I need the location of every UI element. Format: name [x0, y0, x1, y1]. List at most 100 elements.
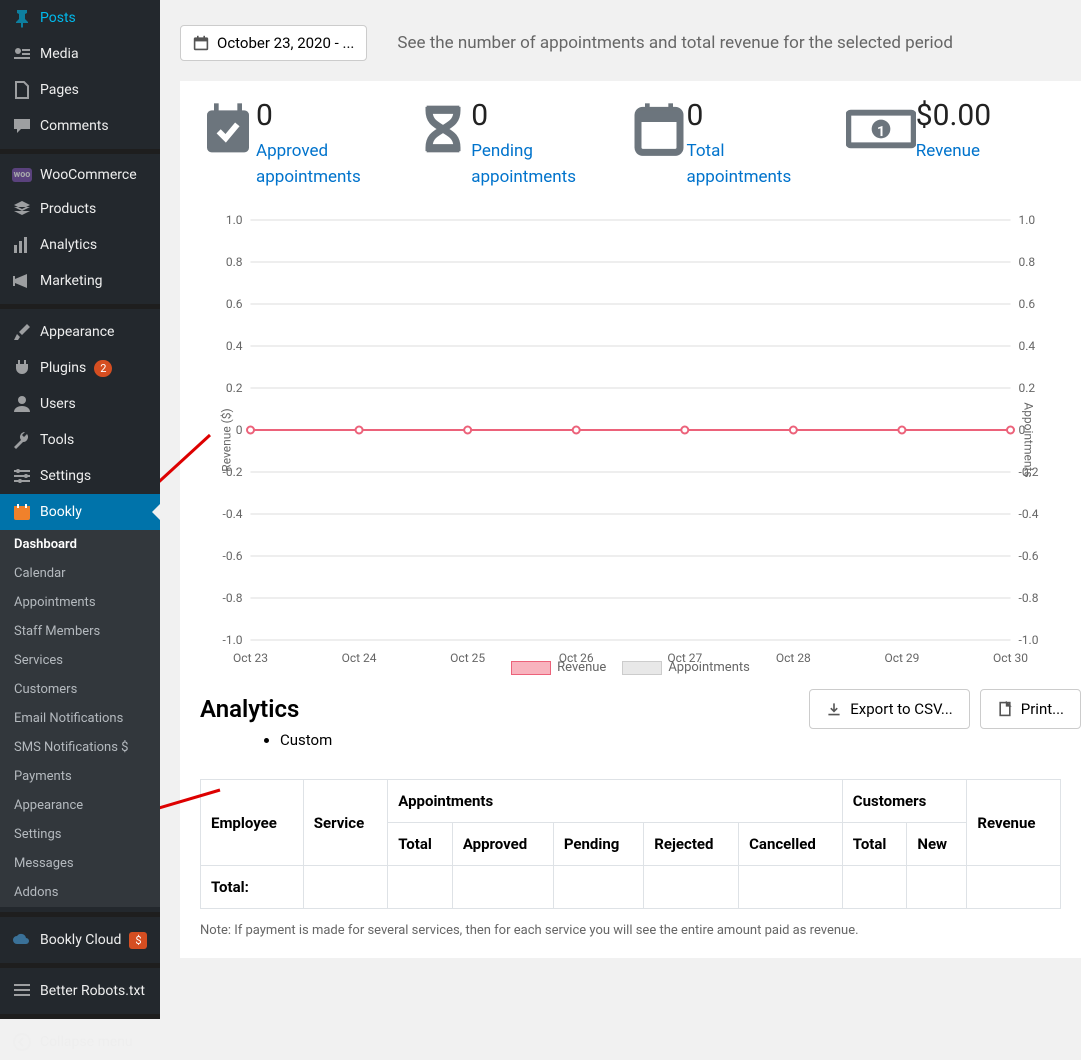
- submenu-email-notifications[interactable]: Email Notifications: [0, 704, 160, 733]
- stat-value: $0.00: [916, 101, 991, 131]
- submenu-sms-notifications[interactable]: SMS Notifications $: [0, 733, 160, 762]
- svg-text:Oct 23: Oct 23: [233, 651, 268, 665]
- menu-label: WooCommerce: [40, 167, 137, 183]
- stat-link[interactable]: Totalappointments: [687, 139, 792, 190]
- submenu-payments[interactable]: Payments: [0, 762, 160, 791]
- menu-posts[interactable]: Posts: [0, 0, 160, 36]
- page-icon: [12, 80, 32, 100]
- comment-icon: [12, 116, 32, 136]
- cloud-icon: [12, 930, 32, 950]
- menu-marketing[interactable]: Marketing: [0, 263, 160, 299]
- menu-robots[interactable]: Better Robots.txt: [0, 973, 160, 1009]
- stat-revenue: 1 $0.00 Revenue: [846, 101, 1061, 190]
- stat-approved: 0Approvedappointments: [200, 101, 415, 190]
- submenu-customers[interactable]: Customers: [0, 675, 160, 704]
- stat-link[interactable]: Approvedappointments: [256, 139, 361, 190]
- btn-label: Export to CSV...: [850, 700, 953, 718]
- svg-text:0.8: 0.8: [226, 255, 243, 269]
- money-icon: 1: [846, 101, 916, 157]
- th-rejected[interactable]: Rejected: [644, 823, 739, 866]
- dashboard-card: 0Approvedappointments 0Pendingappointmen…: [180, 81, 1081, 958]
- y-axis-left-label: Revenue ($): [220, 408, 234, 471]
- th-group-customers: Customers: [842, 780, 967, 823]
- stat-link[interactable]: Revenue: [916, 139, 991, 165]
- submenu-staff[interactable]: Staff Members: [0, 617, 160, 646]
- menu-collapse[interactable]: Collapse menu: [0, 1024, 160, 1060]
- th-cust-total[interactable]: Total: [842, 823, 907, 866]
- calendar-blank-icon: [631, 101, 687, 157]
- menu-users[interactable]: Users: [0, 386, 160, 422]
- th-cust-new[interactable]: New: [907, 823, 967, 866]
- menu-woocommerce[interactable]: wooWooCommerce: [0, 159, 160, 191]
- svg-text:-0.4: -0.4: [1019, 507, 1039, 521]
- menu-plugins[interactable]: Plugins2: [0, 350, 160, 386]
- svg-text:Oct 25: Oct 25: [450, 651, 485, 665]
- svg-text:0: 0: [236, 423, 243, 437]
- stat-link[interactable]: Pendingappointments: [471, 139, 576, 190]
- collapse-icon: [12, 1032, 32, 1052]
- calendar-icon: [12, 502, 32, 522]
- submenu-settings[interactable]: Settings: [0, 820, 160, 849]
- date-range-picker[interactable]: October 23, 2020 - ...: [180, 25, 367, 61]
- svg-text:-0.6: -0.6: [1019, 549, 1039, 563]
- stats-row: 0Approvedappointments 0 Pendingappointmen…: [200, 101, 1061, 190]
- products-icon: [12, 199, 32, 219]
- main-content: October 23, 2020 - ... See the number of…: [160, 0, 1081, 1016]
- menu-pages[interactable]: Pages: [0, 72, 160, 108]
- th-revenue[interactable]: Revenue: [967, 780, 1061, 866]
- menu-comments[interactable]: Comments: [0, 108, 160, 144]
- menu-label: Bookly Cloud: [40, 932, 121, 948]
- menu-products[interactable]: Products: [0, 191, 160, 227]
- menu-bookly-cloud[interactable]: Bookly Cloud $: [0, 922, 160, 958]
- menu-appearance[interactable]: Appearance: [0, 314, 160, 350]
- submenu-messages[interactable]: Messages: [0, 849, 160, 878]
- menu-analytics[interactable]: Analytics: [0, 227, 160, 263]
- menu-label: Bookly: [40, 504, 82, 520]
- svg-text:-1.0: -1.0: [223, 633, 243, 647]
- svg-text:1: 1: [877, 124, 885, 140]
- submenu-addons[interactable]: Addons: [0, 878, 160, 907]
- menu-label: Pages: [40, 82, 79, 98]
- admin-sidebar: Posts Media Pages Comments wooWooCommerc…: [0, 0, 160, 1016]
- menu-label: Media: [40, 46, 79, 62]
- submenu-services[interactable]: Services: [0, 646, 160, 675]
- menu-bookly[interactable]: Bookly: [0, 494, 160, 530]
- submenu-appearance[interactable]: Appearance: [0, 791, 160, 820]
- th-cancelled[interactable]: Cancelled: [739, 823, 843, 866]
- svg-text:0.2: 0.2: [1019, 381, 1036, 395]
- th-service[interactable]: Service: [303, 780, 388, 866]
- table-group-header-row: Employee Service Appointments Customers …: [201, 780, 1061, 823]
- bookly-submenu: Dashboard Calendar Appointments Staff Me…: [0, 530, 160, 907]
- svg-text:-0.8: -0.8: [223, 591, 243, 605]
- menu-label: Tools: [40, 432, 74, 448]
- menu-label: Products: [40, 201, 96, 217]
- plug-icon: [12, 358, 32, 378]
- submenu-appointments[interactable]: Appointments: [0, 588, 160, 617]
- svg-text:Oct 27: Oct 27: [667, 651, 702, 665]
- th-total[interactable]: Total: [388, 823, 453, 866]
- svg-text:Oct 28: Oct 28: [776, 651, 811, 665]
- th-approved[interactable]: Approved: [452, 823, 553, 866]
- export-csv-button[interactable]: Export to CSV...: [809, 689, 970, 729]
- menu-tools[interactable]: Tools: [0, 422, 160, 458]
- th-employee[interactable]: Employee: [201, 780, 304, 866]
- analytics-icon: [12, 235, 32, 255]
- submenu-dashboard[interactable]: Dashboard: [0, 530, 160, 559]
- svg-text:0.6: 0.6: [1019, 297, 1036, 311]
- menu-label: Appearance: [40, 324, 114, 340]
- export-icon: [826, 701, 842, 717]
- menu-settings[interactable]: Settings: [0, 458, 160, 494]
- svg-text:1.0: 1.0: [226, 213, 243, 227]
- stat-total: 0 Totalappointments: [631, 101, 846, 190]
- wrench-icon: [12, 430, 32, 450]
- svg-text:Oct 30: Oct 30: [993, 651, 1028, 665]
- menu-label: Better Robots.txt: [40, 983, 145, 999]
- menu-media[interactable]: Media: [0, 36, 160, 72]
- marketing-icon: [12, 271, 32, 291]
- stat-value: 0: [687, 101, 792, 131]
- th-pending[interactable]: Pending: [553, 823, 643, 866]
- submenu-calendar[interactable]: Calendar: [0, 559, 160, 588]
- print-icon: [997, 701, 1013, 717]
- svg-text:-0.8: -0.8: [1019, 591, 1039, 605]
- print-button[interactable]: Print...: [980, 689, 1081, 729]
